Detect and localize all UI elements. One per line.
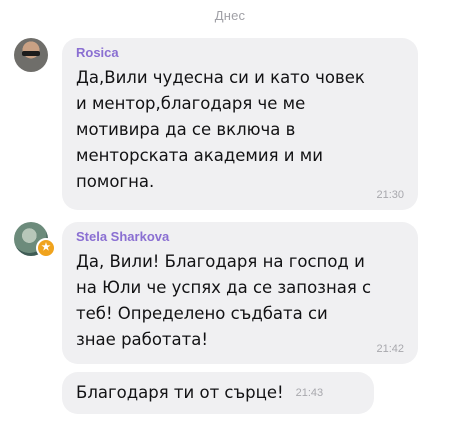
date-divider: Днес xyxy=(214,8,246,23)
message-time: 21:30 xyxy=(376,189,404,201)
message-bubble[interactable]: Rosica Да,Вили чудесна си и като човек и… xyxy=(62,38,418,210)
chat-view: Днес Rosica Да,Вили чудесна си и като чо… xyxy=(0,0,460,422)
message-bubble[interactable]: Stela Sharkova Да, Вили! Благодаря на го… xyxy=(62,222,418,364)
message-time: 21:42 xyxy=(376,343,404,355)
star-badge-icon: ★ xyxy=(36,238,56,258)
avatar-photo-detail xyxy=(22,51,40,56)
sender-name[interactable]: Rosica xyxy=(76,45,404,60)
message-time: 21:43 xyxy=(295,387,324,399)
message-text: Да,Вили чудесна си и като човек и ментор… xyxy=(76,68,365,191)
message-text: Благодаря ти от сърце! xyxy=(76,383,284,402)
sender-name[interactable]: Stela Sharkova xyxy=(76,229,404,244)
message-bubble[interactable]: Благодаря ти от сърце! 21:43 xyxy=(62,372,374,414)
message-text: Да, Вили! Благодаря на господ и на Юли ч… xyxy=(76,252,372,349)
avatar[interactable] xyxy=(14,38,48,72)
